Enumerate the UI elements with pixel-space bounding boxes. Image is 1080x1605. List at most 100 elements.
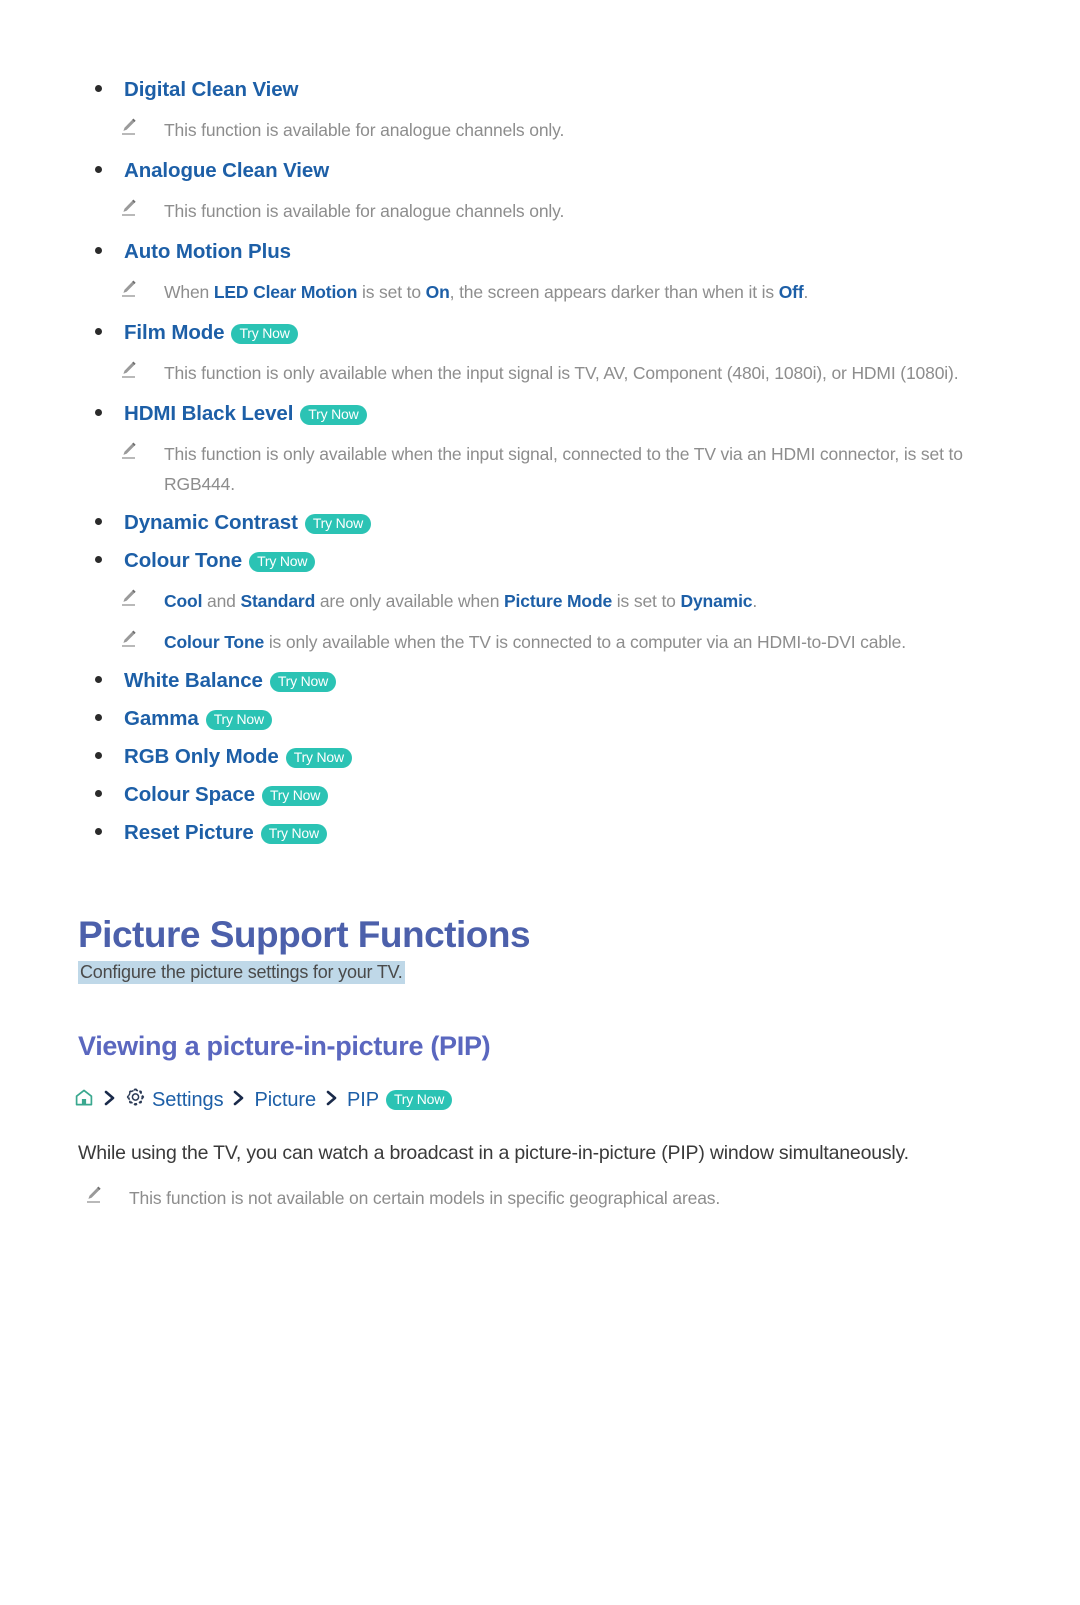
pencil-icon (120, 360, 137, 379)
note-emphasis: On (425, 282, 450, 302)
bullet-dot (95, 409, 102, 416)
pencil-icon (120, 629, 137, 648)
note-hdmi-black-level: This function is only available when the… (0, 439, 1080, 499)
try-now-badge[interactable]: Try Now (300, 405, 367, 425)
bullet-item-white-balance[interactable]: White Balance Try Now (0, 669, 1080, 693)
note-fragment: is only available when the TV is connect… (264, 632, 906, 652)
note-text: When LED Clear Motion is set to On, the … (164, 277, 808, 307)
breadcrumb-item-picture[interactable]: Picture (254, 1089, 316, 1112)
pencil-icon (85, 1185, 102, 1204)
note-fragment: are only available when (315, 591, 504, 611)
bullet-item-analogue-clean-view[interactable]: Analogue Clean View (0, 159, 1080, 183)
bullet-dot (95, 85, 102, 92)
bullet-label: Analogue Clean View (124, 159, 330, 182)
bullet-label-text: RGB Only Mode (124, 745, 279, 768)
note-fragment: is set to (357, 282, 426, 302)
note-digital-clean-view: This function is available for analogue … (0, 115, 1080, 145)
bullet-dot (95, 556, 102, 563)
try-now-badge[interactable]: Try Now (285, 748, 352, 768)
try-now-badge[interactable]: Try Now (231, 324, 298, 344)
note-text: Cool and Standard are only available whe… (164, 586, 757, 616)
bullet-label: HDMI Black Level Try Now (124, 402, 367, 426)
bullet-dot (95, 828, 102, 835)
bullet-item-hdmi-black-level[interactable]: HDMI Black Level Try Now (0, 402, 1080, 426)
bullet-dot (95, 166, 102, 173)
page-subtitle: Configure the picture settings for your … (0, 960, 1080, 984)
bullet-label: Reset Picture Try Now (124, 821, 327, 845)
note-film-mode: This function is only available when the… (0, 358, 1080, 388)
try-now-badge[interactable]: Try Now (269, 672, 337, 692)
note-emphasis: Off (778, 282, 804, 302)
try-now-badge[interactable]: Try Now (260, 824, 327, 844)
bullet-item-colour-space[interactable]: Colour Space Try Now (0, 783, 1080, 807)
note-text: This function is only available when the… (164, 363, 959, 383)
bullet-label-text: Colour Space (124, 783, 255, 806)
breadcrumb: Settings Picture PIP Try Now (0, 1087, 1080, 1113)
try-now-badge[interactable]: Try Now (249, 552, 316, 572)
pencil-icon (120, 441, 137, 460)
bullet-label-text: Colour Tone (124, 549, 243, 572)
note-text: This function is not available on certai… (129, 1188, 721, 1208)
bullet-label-text: Gamma (124, 707, 199, 730)
bullet-label: Dynamic Contrast Try Now (124, 511, 372, 535)
bullet-item-colour-tone[interactable]: Colour Tone Try Now (0, 549, 1080, 573)
page-title: Picture Support Functions (78, 914, 531, 955)
note-auto-motion-plus: When LED Clear Motion is set to On, the … (0, 277, 1080, 307)
bullet-label: Colour Space Try Now (124, 783, 329, 807)
bullet-item-film-mode[interactable]: Film Mode Try Now (0, 321, 1080, 345)
chevron-right-icon (325, 1089, 338, 1112)
bullet-label: White Balance Try Now (124, 669, 337, 693)
breadcrumb-item-pip[interactable]: PIP (347, 1089, 379, 1112)
note-emphasis: LED Clear Motion (213, 282, 358, 302)
note-emphasis: Picture Mode (504, 591, 613, 611)
try-now-badge[interactable]: Try Now (205, 710, 272, 730)
pencil-icon (120, 588, 137, 607)
note-fragment: and (202, 591, 241, 611)
gear-icon[interactable] (125, 1087, 146, 1113)
note-emphasis: Cool (164, 591, 203, 611)
try-now-badge[interactable]: Try Now (261, 786, 329, 806)
section-heading-pip: Viewing a picture-in-picture (PIP) (78, 1031, 491, 1061)
bullet-label-text: Dynamic Contrast (124, 511, 298, 534)
bullet-item-reset-picture[interactable]: Reset Picture Try Now (0, 821, 1080, 845)
try-now-badge[interactable]: Try Now (385, 1090, 453, 1110)
pencil-icon (120, 198, 137, 217)
note-colour-tone-1: Cool and Standard are only available whe… (0, 586, 1080, 616)
pencil-icon (120, 117, 137, 136)
bullet-label: Auto Motion Plus (124, 240, 291, 263)
bullet-dot (95, 518, 102, 525)
bullet-label-text: HDMI Black Level (124, 402, 294, 425)
body-paragraph: While using the TV, you can watch a broa… (78, 1142, 909, 1164)
bullet-label: Gamma Try Now (124, 707, 272, 731)
chevron-right-icon (232, 1089, 245, 1112)
note-text: Colour Tone is only available when the T… (164, 627, 906, 657)
home-icon[interactable] (74, 1088, 94, 1113)
note-analogue-clean-view: This function is available for analogue … (0, 196, 1080, 226)
note-emphasis: Standard (240, 591, 316, 611)
bullet-item-gamma[interactable]: Gamma Try Now (0, 707, 1080, 731)
bullet-item-dynamic-contrast[interactable]: Dynamic Contrast Try Now (0, 511, 1080, 535)
note-text: This function is only available when the… (164, 444, 963, 494)
page-subtitle-text: Configure the picture settings for your … (78, 961, 405, 984)
bullet-item-auto-motion-plus[interactable]: Auto Motion Plus (0, 240, 1080, 264)
breadcrumb-item-settings[interactable]: Settings (152, 1089, 224, 1112)
note-text: This function is available for analogue … (164, 120, 565, 140)
note-emphasis: Colour Tone (164, 632, 265, 652)
note-emphasis: Dynamic (680, 591, 753, 611)
bullet-label-text: Film Mode (124, 321, 225, 344)
note-fragment: . (803, 282, 809, 302)
bullet-dot (95, 752, 102, 759)
bullet-item-digital-clean-view[interactable]: Digital Clean View (0, 78, 1080, 102)
bullet-item-rgb-only-mode[interactable]: RGB Only Mode Try Now (0, 745, 1080, 769)
bullet-label: Colour Tone Try Now (124, 549, 316, 573)
bullet-dot (95, 790, 102, 797)
note-pip: This function is not available on certai… (0, 1183, 1080, 1213)
chevron-right-icon (103, 1089, 116, 1112)
bullet-label-text: Reset Picture (124, 821, 254, 844)
pencil-icon (120, 279, 137, 298)
try-now-badge[interactable]: Try Now (304, 514, 372, 534)
bullet-dot (95, 247, 102, 254)
bullet-dot (95, 676, 102, 683)
note-fragment: , the screen appears darker than when it… (449, 282, 779, 302)
note-text: This function is available for analogue … (164, 201, 565, 221)
